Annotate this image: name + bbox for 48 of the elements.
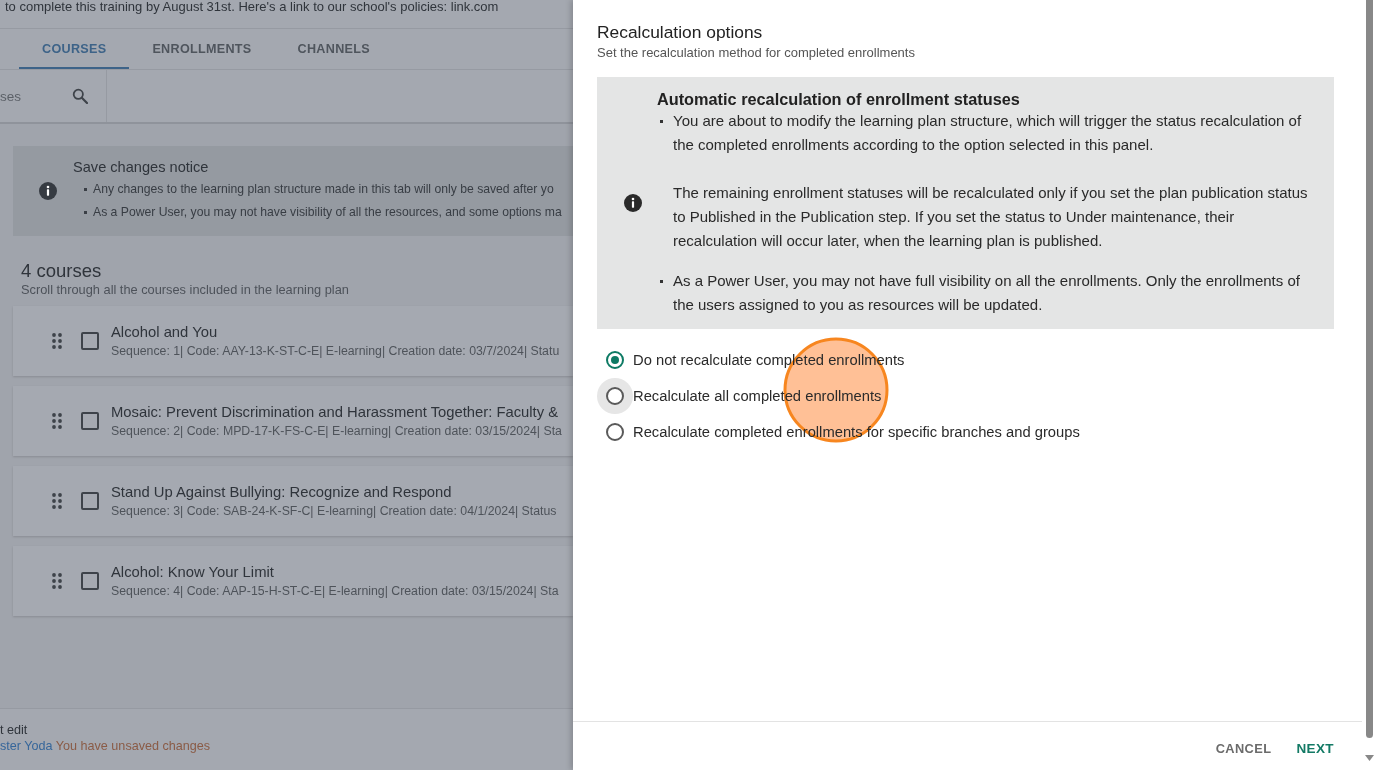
panel-title: Recalculation options bbox=[597, 21, 764, 44]
scroll-down-arrow-icon[interactable] bbox=[1365, 755, 1374, 761]
drag-handle-icon[interactable] bbox=[52, 573, 62, 589]
radio-option[interactable]: Recalculate completed enrollments for specific branches and groups bbox=[597, 414, 1334, 450]
checkbox[interactable] bbox=[81, 492, 99, 510]
notice-text: Any changes to the learning plan structure made in this tab will only be saved after yo bbox=[93, 182, 554, 196]
radio-button[interactable] bbox=[606, 387, 624, 405]
course-title: Alcohol and You bbox=[111, 323, 219, 342]
radio-button[interactable] bbox=[606, 351, 624, 369]
info-icon bbox=[624, 194, 642, 212]
tab[interactable]: ENROLLMENTS bbox=[129, 29, 275, 69]
drag-handle-icon[interactable] bbox=[52, 333, 62, 349]
checkbox[interactable] bbox=[81, 572, 99, 590]
course-details: Sequence: 1| Code: AAY-13-K-ST-C-E| E-learning| Creation date: 03/7/2024| Statu bbox=[111, 343, 560, 360]
course-title: Mosaic: Prevent Discrimination and Harassment Together: Faculty & bbox=[111, 403, 560, 422]
search-field[interactable]: ses bbox=[0, 88, 40, 104]
drag-handle-icon[interactable] bbox=[52, 493, 62, 509]
bullet-icon bbox=[84, 210, 87, 214]
info-text: You are about to modify the learning plan structure, which will trigger the status recalculation of the completed enrollments according to the option selected in this panel. bbox=[673, 111, 1303, 155]
course-details: Sequence: 4| Code: AAP-15-H-ST-C-E| E-learning| Creation date: 03/15/2024| Sta bbox=[111, 583, 559, 600]
bullet-icon bbox=[660, 120, 663, 123]
course-details: Sequence: 2| Code: MPD-17-K-FS-C-E| E-learning| Creation date: 03/15/2024| Sta bbox=[111, 423, 562, 440]
notice-title: Save changes notice bbox=[73, 158, 210, 177]
bullet-icon bbox=[660, 280, 663, 283]
last-edit-label: t edit bbox=[0, 723, 28, 737]
drag-handle-icon[interactable] bbox=[52, 413, 62, 429]
info-text: As a Power User, you may not have full visibility on all the enrollments. Only the enrollments of the users assigned to you as resources will be updated. bbox=[673, 271, 1301, 315]
info-text: The remaining enrollment statuses will be recalculated only if you set the plan publication status to Published in the Publication step. If you set the status to Under maintenance, their recalculation will occur later, when the learning plan is published. bbox=[672, 183, 1309, 251]
courses-subtitle: Scroll through all the courses included in the learning plan bbox=[21, 282, 350, 298]
checkbox[interactable] bbox=[81, 332, 99, 350]
next-button[interactable]: NEXT bbox=[1296, 740, 1334, 756]
panel-subtitle: Set the recalculation method for completed enrollments bbox=[597, 45, 916, 61]
info-icon bbox=[39, 182, 57, 200]
course-title: Stand Up Against Bullying: Recognize and Respond bbox=[111, 483, 453, 502]
radio-button[interactable] bbox=[606, 423, 624, 441]
course-title: Alcohol: Know Your Limit bbox=[111, 563, 275, 582]
search-icon[interactable] bbox=[72, 88, 88, 104]
checkbox[interactable] bbox=[81, 412, 99, 430]
info-box-title: Automatic recalculation of enrollment statuses bbox=[657, 89, 1021, 109]
tab[interactable]: CHANNELS bbox=[274, 29, 393, 69]
notice-text: As a Power User, you may not have visibility of all the resources, and some options ma bbox=[93, 205, 562, 219]
course-details: Sequence: 3| Code: SAB-24-K-SF-C| E-learning| Creation date: 04/1/2024| Status bbox=[111, 503, 557, 520]
scrollbar-thumb[interactable] bbox=[1366, 0, 1373, 738]
courses-count-heading: 4 courses bbox=[21, 259, 103, 282]
cancel-button[interactable]: CANCEL bbox=[1215, 740, 1272, 756]
bullet-icon bbox=[84, 187, 87, 191]
description-text: to complete this training by August 31st. Here's a link to our school's policies: link.com bbox=[5, 0, 499, 13]
unsaved-changes-text: You have unsaved changes bbox=[55, 739, 211, 753]
